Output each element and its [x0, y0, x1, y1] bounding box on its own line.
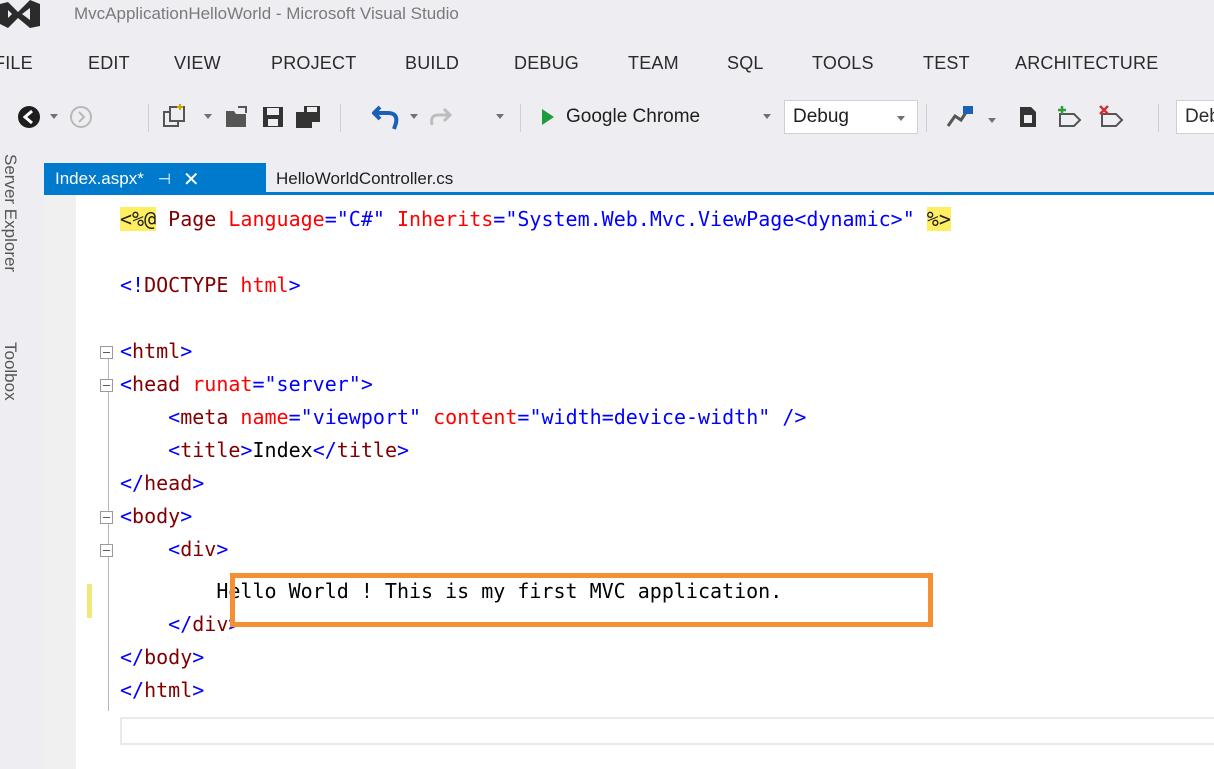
code-line-body-close: </body> — [120, 645, 205, 669]
menu-project[interactable]: PROJECT — [271, 53, 356, 74]
code-line-doctype: <!DOCTYPE html> — [120, 273, 301, 297]
pin-icon[interactable]: ⊣ — [158, 170, 171, 188]
menu-team[interactable]: TEAM — [628, 53, 679, 74]
standard-toolbar: Google Chrome Debug Debug — [0, 96, 1214, 140]
run-target-dropdown-icon[interactable] — [763, 114, 771, 119]
toolbar-separator — [340, 104, 341, 132]
menu-sql[interactable]: SQL — [727, 53, 764, 74]
code-editor[interactable]: <%@ Page Language="C#" Inherits="System.… — [44, 195, 1214, 769]
title-bar: MvcApplicationHelloWorld - Microsoft Vis… — [0, 0, 1214, 40]
toolbar-separator — [148, 104, 149, 132]
document-tab-well: Index.aspx* ⊣ ✕ HelloWorldController.cs — [44, 163, 1214, 195]
left-tool-window-rail: Server Explorer Toolbox — [0, 150, 40, 769]
open-file-icon[interactable] — [222, 102, 252, 132]
collapse-body-icon[interactable] — [100, 511, 113, 524]
code-line-body-open: <body> — [120, 504, 193, 528]
code-line-title: <title>Index</title> — [168, 438, 410, 462]
save-icon[interactable] — [258, 102, 288, 132]
indicator-margin — [44, 195, 76, 769]
tab-index-aspx[interactable]: Index.aspx* ⊣ ✕ — [44, 163, 266, 195]
solution-configuration-select[interactable]: Debug — [784, 100, 918, 134]
navigate-back-icon[interactable] — [14, 102, 44, 132]
annotation-highlight-box — [230, 573, 933, 627]
attach-to-process-icon[interactable] — [942, 102, 978, 132]
code-line-head-open: <head runat="server"> — [120, 372, 373, 396]
configuration-value: Debug — [793, 106, 849, 127]
menu-architecture[interactable]: ARCHITECTURE — [1015, 53, 1158, 74]
unsaved-change-marker — [87, 584, 92, 618]
undo-icon[interactable] — [370, 102, 404, 132]
redo-icon[interactable] — [426, 102, 456, 132]
tab-helloworldcontroller-cs[interactable]: HelloWorldController.cs — [272, 163, 453, 195]
toolbar-separator — [1158, 104, 1159, 132]
collapse-head-icon[interactable] — [100, 379, 113, 392]
menu-test[interactable]: TEST — [923, 53, 970, 74]
code-line-html-close: </html> — [120, 678, 205, 702]
play-icon — [542, 109, 554, 125]
save-all-icon[interactable] — [292, 102, 324, 132]
document-icon[interactable] — [1012, 102, 1044, 132]
code-line-page-directive: <%@ Page Language="C#" Inherits="System.… — [120, 207, 951, 231]
toolbar-separator — [520, 104, 521, 132]
tab-label: HelloWorldController.cs — [276, 169, 454, 188]
toolbox-tab[interactable]: Toolbox — [0, 342, 20, 401]
code-line-meta: <meta name="viewport" content="width=dev… — [168, 405, 807, 429]
add-bookmark-icon[interactable] — [1052, 102, 1086, 132]
tab-label: Index.aspx* — [55, 169, 144, 188]
redo-dropdown-icon[interactable] — [496, 114, 504, 119]
close-icon[interactable]: ✕ — [183, 167, 200, 192]
menu-debug[interactable]: DEBUG — [514, 53, 579, 74]
collapse-html-icon[interactable] — [100, 346, 113, 359]
collapse-div-icon[interactable] — [100, 544, 113, 557]
platform-value: Debug — [1185, 106, 1214, 127]
code-line-div-open: <div> — [168, 537, 229, 561]
current-line-indicator — [120, 717, 1214, 745]
new-project-icon[interactable] — [158, 102, 190, 132]
remove-bookmark-icon[interactable] — [1094, 102, 1128, 132]
chevron-down-icon — [897, 116, 905, 121]
menu-edit[interactable]: EDIT — [88, 53, 130, 74]
back-dropdown-icon[interactable] — [50, 114, 58, 119]
outlining-guide — [108, 355, 109, 711]
code-line-html-open: <html> — [120, 339, 193, 363]
menu-file[interactable]: FILE — [0, 53, 33, 74]
start-debugging-button[interactable]: Google Chrome — [542, 102, 700, 132]
navigate-forward-icon[interactable] — [66, 102, 96, 132]
window-title: MvcApplicationHelloWorld - Microsoft Vis… — [74, 4, 459, 23]
menu-build[interactable]: BUILD — [405, 53, 459, 74]
platform-select[interactable]: Debug — [1176, 100, 1214, 134]
menu-bar: FILE EDIT VIEW PROJECT BUILD DEBUG TEAM … — [0, 44, 1214, 84]
visual-studio-icon — [0, 0, 40, 28]
undo-dropdown-icon[interactable] — [410, 114, 418, 119]
toolbar-separator — [926, 104, 927, 132]
new-project-dropdown-icon[interactable] — [204, 114, 212, 119]
code-line-head-close: </head> — [120, 471, 205, 495]
menu-view[interactable]: VIEW — [174, 53, 221, 74]
toolbar-overflow-icon[interactable] — [988, 118, 996, 123]
menu-tools[interactable]: TOOLS — [812, 53, 874, 74]
run-target-label: Google Chrome — [566, 106, 701, 127]
server-explorer-tab[interactable]: Server Explorer — [0, 154, 20, 272]
code-line-div-close: </div> — [168, 612, 241, 636]
